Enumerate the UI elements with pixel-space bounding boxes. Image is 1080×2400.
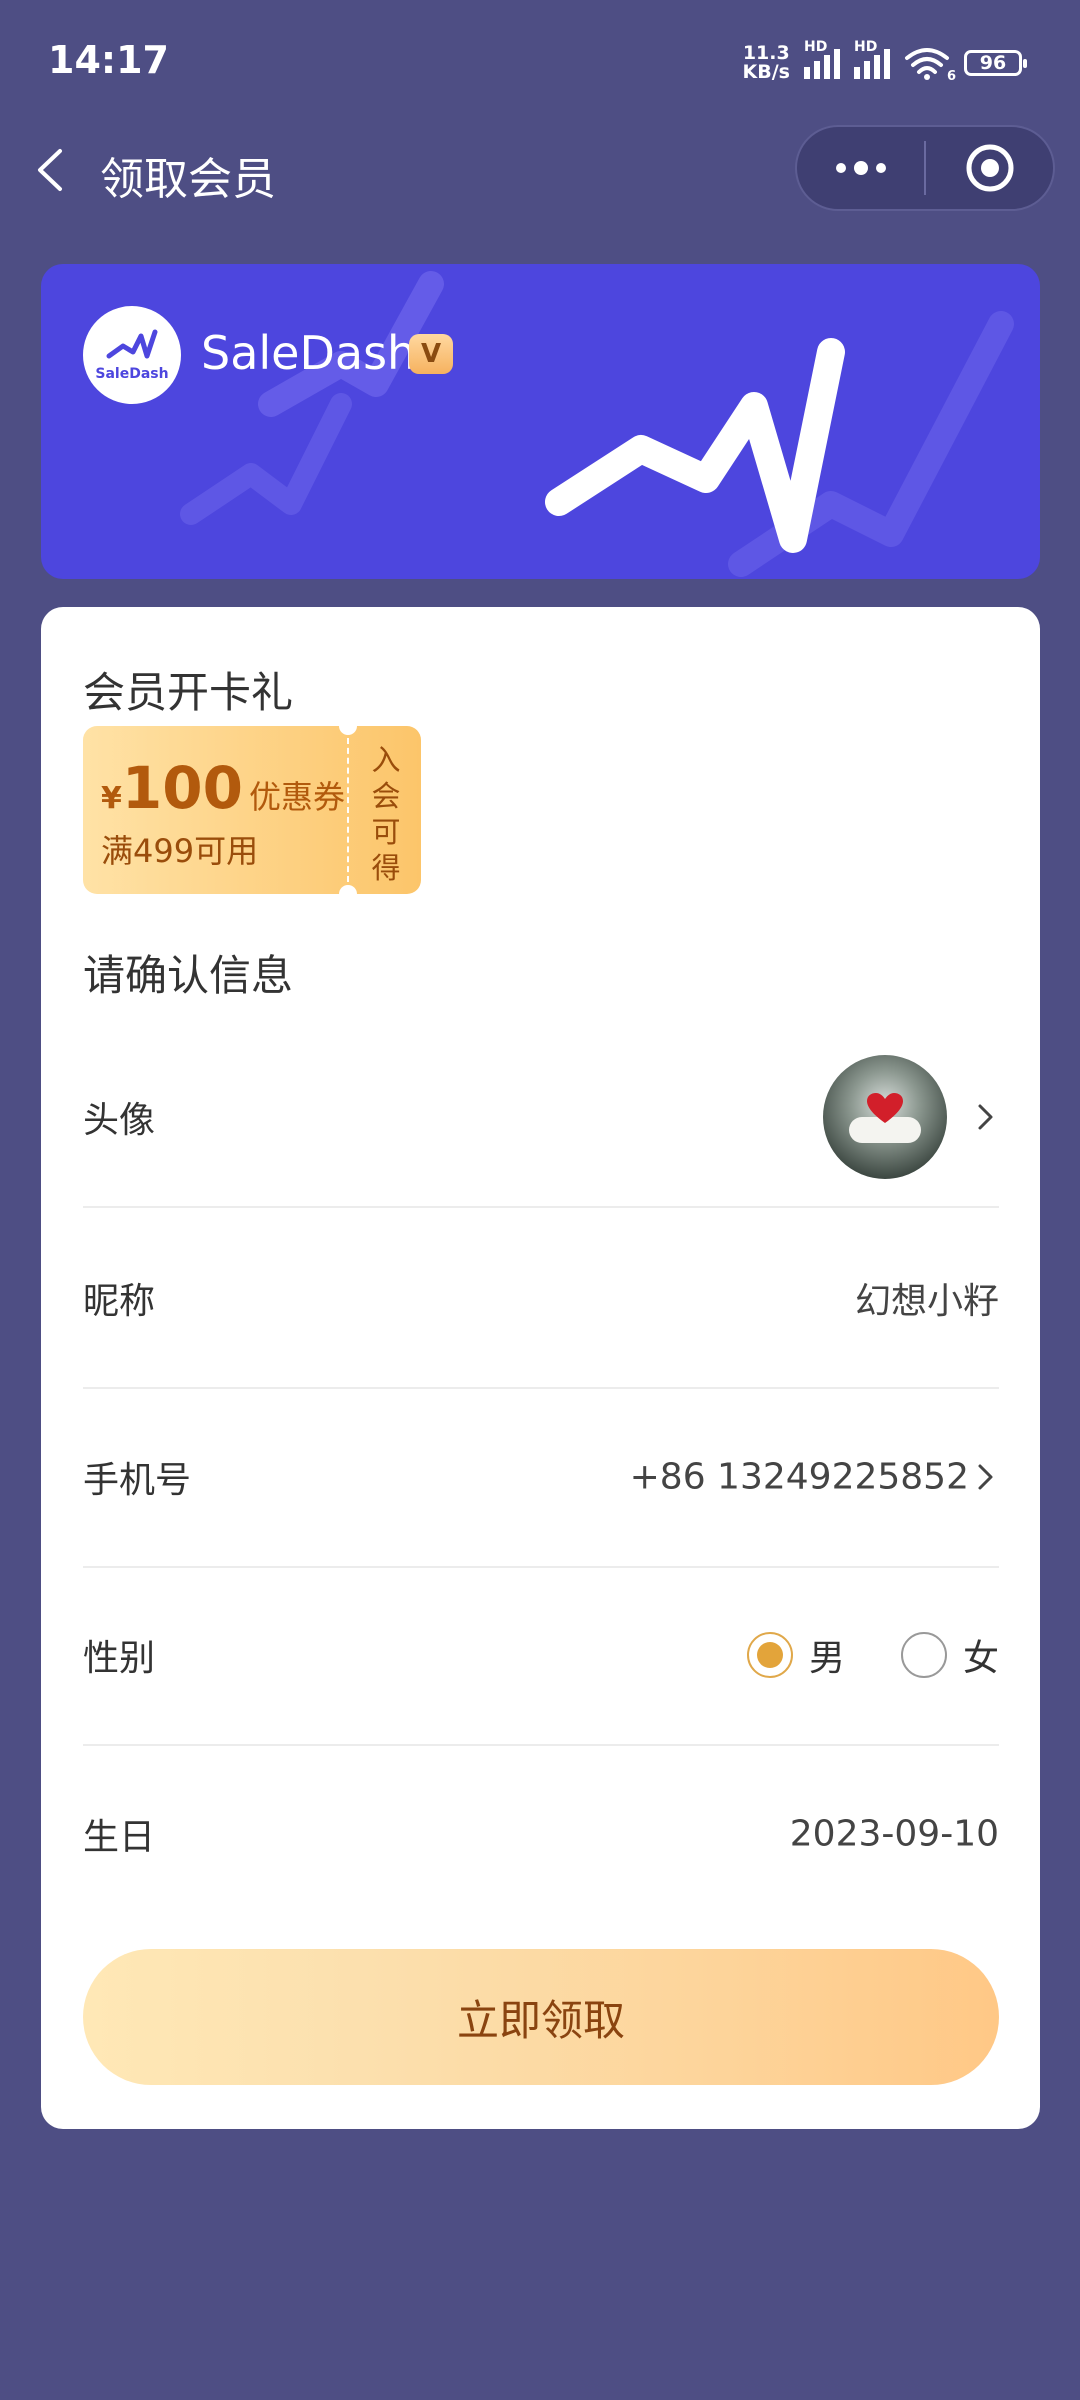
chevron-right-icon [978, 1104, 993, 1129]
verified-badge: V [409, 334, 453, 374]
status-icons: 11.3 KB/s HD HD 6 96 [743, 39, 1027, 84]
radio-checked-icon[interactable] [746, 1631, 793, 1678]
signal-hd-label: HD [804, 39, 828, 55]
coupon-side-char: 可 [371, 815, 401, 849]
miniprogram-capsule [795, 125, 1055, 211]
page-title: 领取会员 [100, 154, 276, 205]
logo-text: SaleDash [95, 366, 169, 382]
more-dots-icon [835, 161, 886, 175]
claim-button[interactable]: 立即领取 [83, 1949, 999, 2085]
coupon-currency: ¥ [101, 781, 122, 816]
coupon-side-text: 入 会 可 得 [351, 734, 421, 894]
coupon: ¥100 优惠券 满499可用 入 会 可 得 [83, 726, 421, 894]
gift-section-title: 会员开卡礼 [83, 668, 294, 717]
brand-logo: SaleDash [83, 306, 181, 404]
birthday-label: 生日 [83, 1816, 156, 1858]
nickname-row[interactable]: 昵称 幻想小籽 [83, 1208, 999, 1389]
coupon-main: ¥100 优惠券 满499可用 [83, 726, 347, 894]
phone-row[interactable]: 手机号 +86 13249225852 [83, 1387, 999, 1568]
battery-icon: 96 [964, 50, 1027, 76]
avatar-label: 头像 [83, 1099, 156, 1141]
net-speed: 11.3 KB/s [743, 44, 790, 82]
gender-row: 性别 男 女 [83, 1565, 999, 1746]
nickname-value[interactable]: 幻想小籽 [855, 1272, 999, 1324]
wifi-icon: 6 [904, 46, 956, 84]
membership-card: 会员开卡礼 ¥100 优惠券 满499可用 入 会 可 得 请确认信息 头像 昵… [41, 607, 1040, 2129]
signal-hd-label-2: HD [854, 39, 878, 55]
chevron-right-icon [978, 1464, 993, 1489]
birthday-value[interactable]: 2023-09-10 [790, 1813, 999, 1854]
coupon-side-char: 会 [371, 779, 401, 813]
nav-bar: 领取会员 [0, 125, 1080, 215]
avatar-row[interactable]: 头像 [83, 1027, 999, 1208]
target-circle-icon [966, 144, 1013, 192]
coupon-divider [347, 738, 349, 882]
gender-radio-group: 男 女 [746, 1629, 999, 1681]
banner-decoration [180, 271, 1014, 577]
gender-option-label: 女 [962, 1637, 999, 1679]
phone-label: 手机号 [83, 1459, 192, 1501]
brand-banner: SaleDash SaleDash V [41, 264, 1040, 579]
status-bar: 14:17 11.3 KB/s HD HD 6 96 [0, 0, 1080, 125]
gender-option-label: 男 [808, 1637, 845, 1679]
signal-icon-2: HD [854, 39, 890, 79]
back-button[interactable] [28, 145, 78, 195]
heart-icon [867, 1092, 903, 1123]
gender-option-male[interactable]: 男 [746, 1629, 845, 1681]
phone-value[interactable]: +86 13249225852 [630, 1456, 969, 1497]
status-time: 14:17 [48, 38, 169, 82]
birthday-row[interactable]: 生日 2023-09-10 [83, 1744, 999, 1923]
close-miniprogram-button[interactable] [926, 127, 1053, 209]
coupon-side-char: 得 [371, 851, 401, 885]
coupon-side-char: 入 [371, 743, 401, 777]
radio-unchecked-icon[interactable] [900, 1631, 947, 1678]
form-section-title: 请确认信息 [83, 951, 294, 1000]
avatar[interactable] [823, 1054, 947, 1179]
more-button[interactable] [797, 127, 924, 209]
wifi-label: 6 [946, 69, 956, 84]
brand-name: SaleDash [201, 326, 417, 380]
logo-chart-icon [106, 329, 158, 359]
coupon-condition: 满499可用 [101, 832, 259, 870]
chevron-left-icon [38, 149, 62, 191]
signal-icon: HD [804, 39, 840, 79]
gender-label: 性别 [83, 1637, 156, 1679]
net-speed-unit: KB/s [742, 61, 790, 83]
coupon-amount: ¥100 优惠券 [101, 754, 345, 822]
coupon-value: 100 [121, 754, 243, 822]
gender-option-female[interactable]: 女 [900, 1629, 999, 1681]
nickname-label: 昵称 [83, 1280, 156, 1322]
coupon-name: 优惠券 [248, 778, 345, 816]
